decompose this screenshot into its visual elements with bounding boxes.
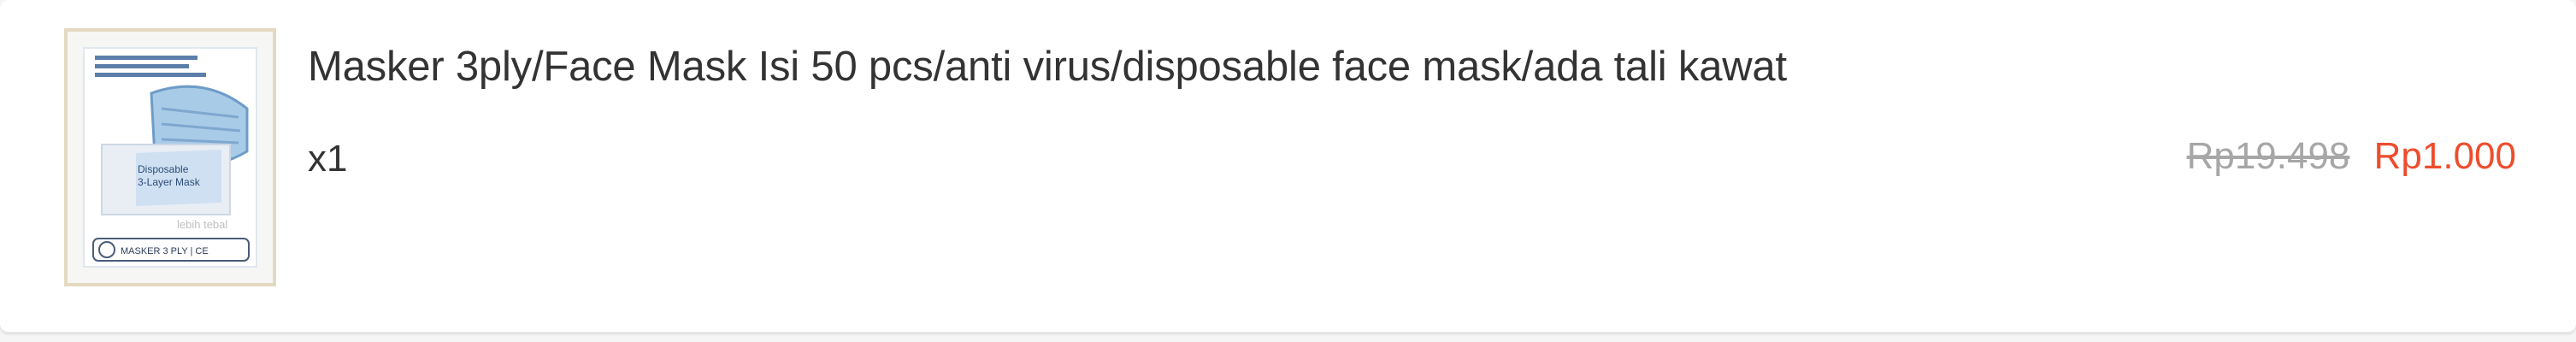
product-title[interactable]: Masker 3ply/Face Mask Isi 50 pcs/anti vi… bbox=[308, 38, 2360, 96]
product-thumbnail-image: Disposable 3-Layer Mask lebih tebal MASK… bbox=[83, 47, 257, 268]
box-text-2: 3-Layer Mask bbox=[138, 176, 201, 188]
box-text-3: lebih tebal bbox=[177, 218, 227, 231]
mask-box-illustration: Disposable 3-Layer Mask lebih tebal MASK… bbox=[85, 49, 256, 266]
price-group: Rp19.498 Rp1.000 bbox=[2187, 131, 2516, 182]
product-quantity: x1 bbox=[308, 138, 348, 180]
product-thumbnail[interactable]: Disposable 3-Layer Mask lebih tebal MASK… bbox=[64, 28, 276, 286]
order-item-card[interactable]: Disposable 3-Layer Mask lebih tebal MASK… bbox=[0, 0, 2576, 333]
box-text-1: Disposable bbox=[138, 163, 189, 175]
discounted-price: Rp1.000 bbox=[2373, 135, 2516, 177]
box-text-4: MASKER 3 PLY | CE bbox=[121, 246, 209, 256]
original-price: Rp19.498 bbox=[2186, 135, 2350, 177]
